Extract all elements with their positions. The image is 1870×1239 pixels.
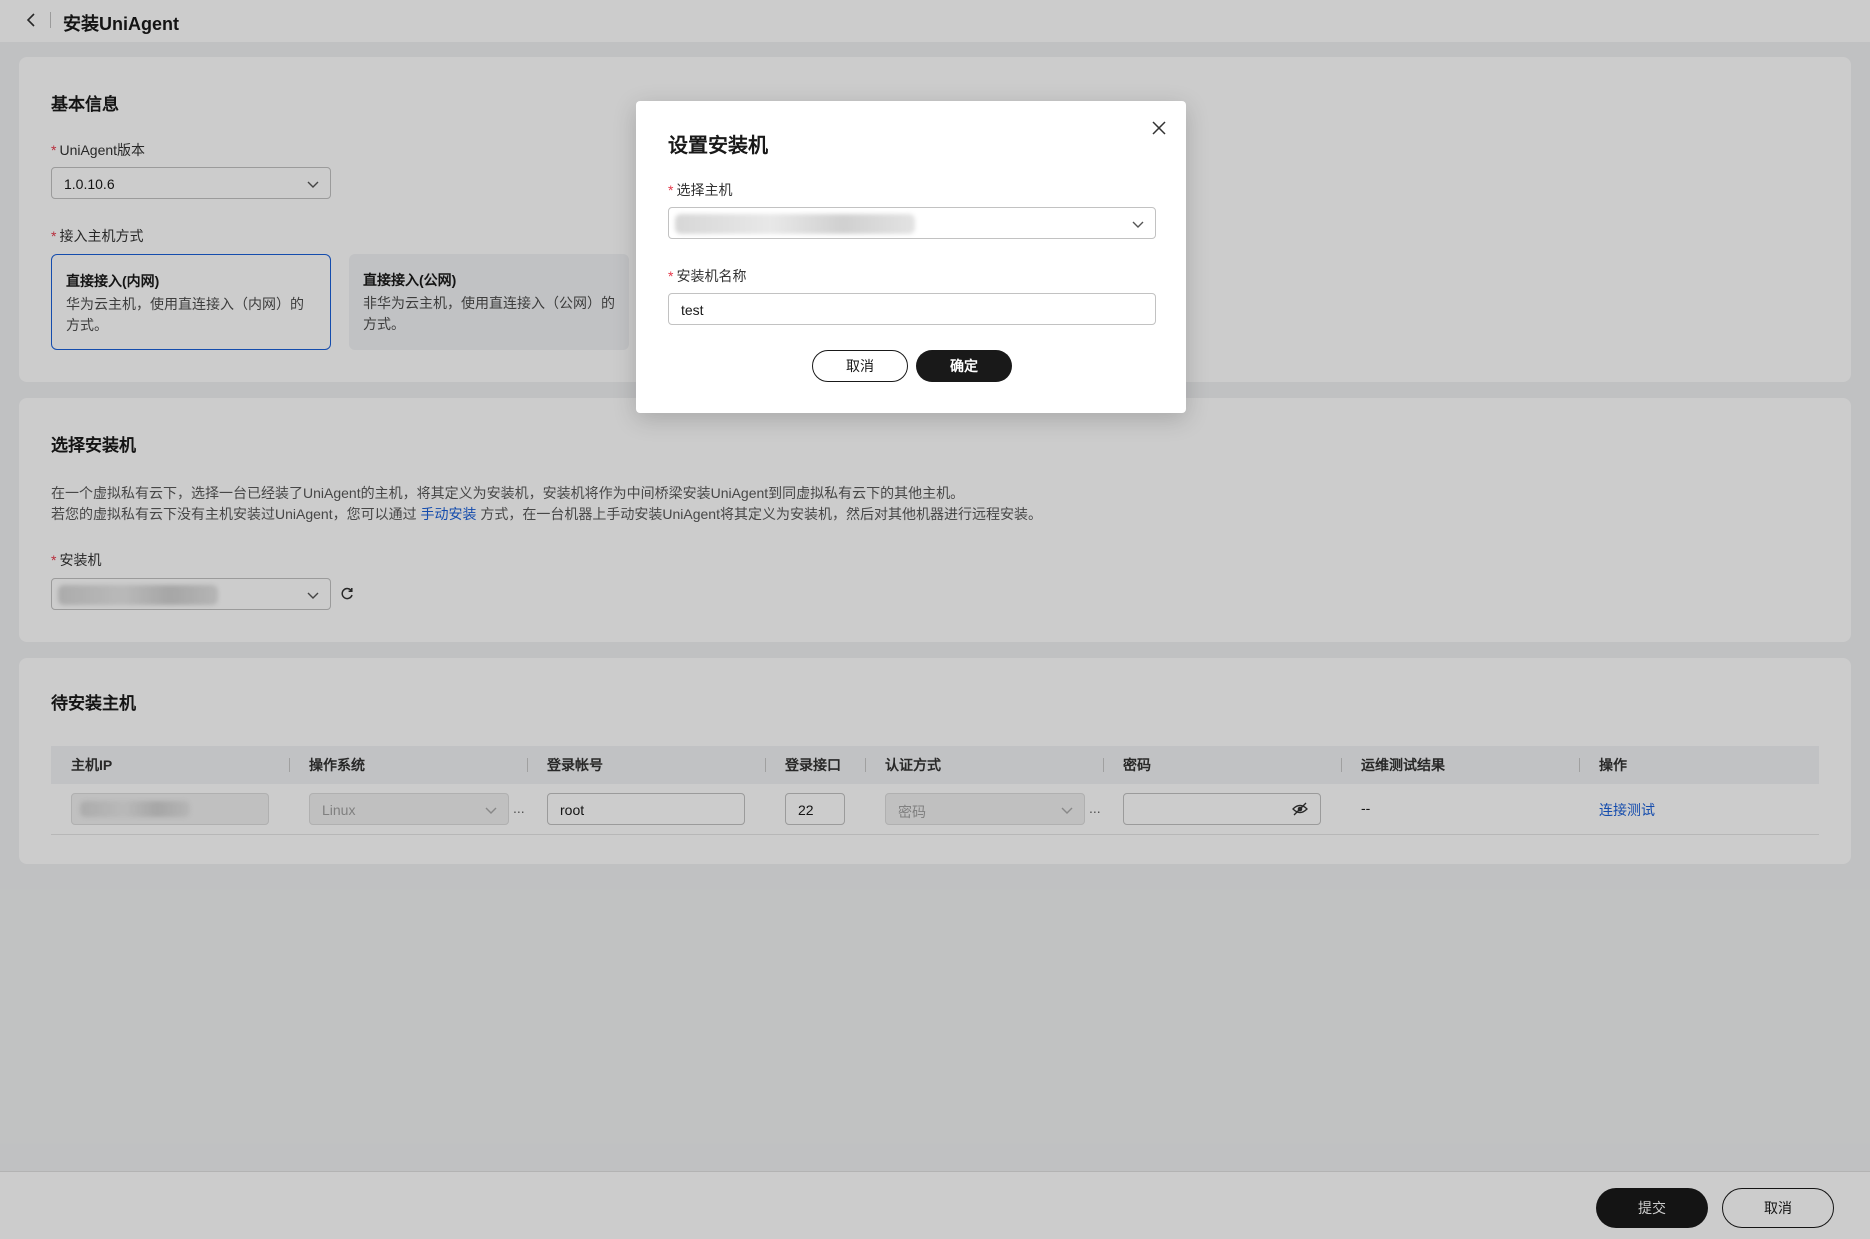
installer-name-label: * 安装机名称: [668, 268, 747, 284]
dialog-title: 设置安装机: [668, 135, 768, 157]
dialog-cancel-button[interactable]: 取消: [812, 350, 908, 382]
host-select-label: * 选择主机: [668, 182, 733, 198]
set-installer-dialog: 设置安装机 * 选择主机 * 安装机名称 test 取消 确定: [636, 101, 1186, 413]
host-select[interactable]: [668, 207, 1156, 239]
blurred-value: [675, 214, 915, 234]
close-icon[interactable]: [1150, 119, 1168, 137]
installer-name-input[interactable]: test: [668, 293, 1156, 325]
dialog-confirm-button[interactable]: 确定: [916, 350, 1012, 382]
required-mark: *: [668, 182, 674, 198]
chevron-down-icon: [1132, 221, 1144, 228]
required-mark: *: [668, 268, 674, 284]
